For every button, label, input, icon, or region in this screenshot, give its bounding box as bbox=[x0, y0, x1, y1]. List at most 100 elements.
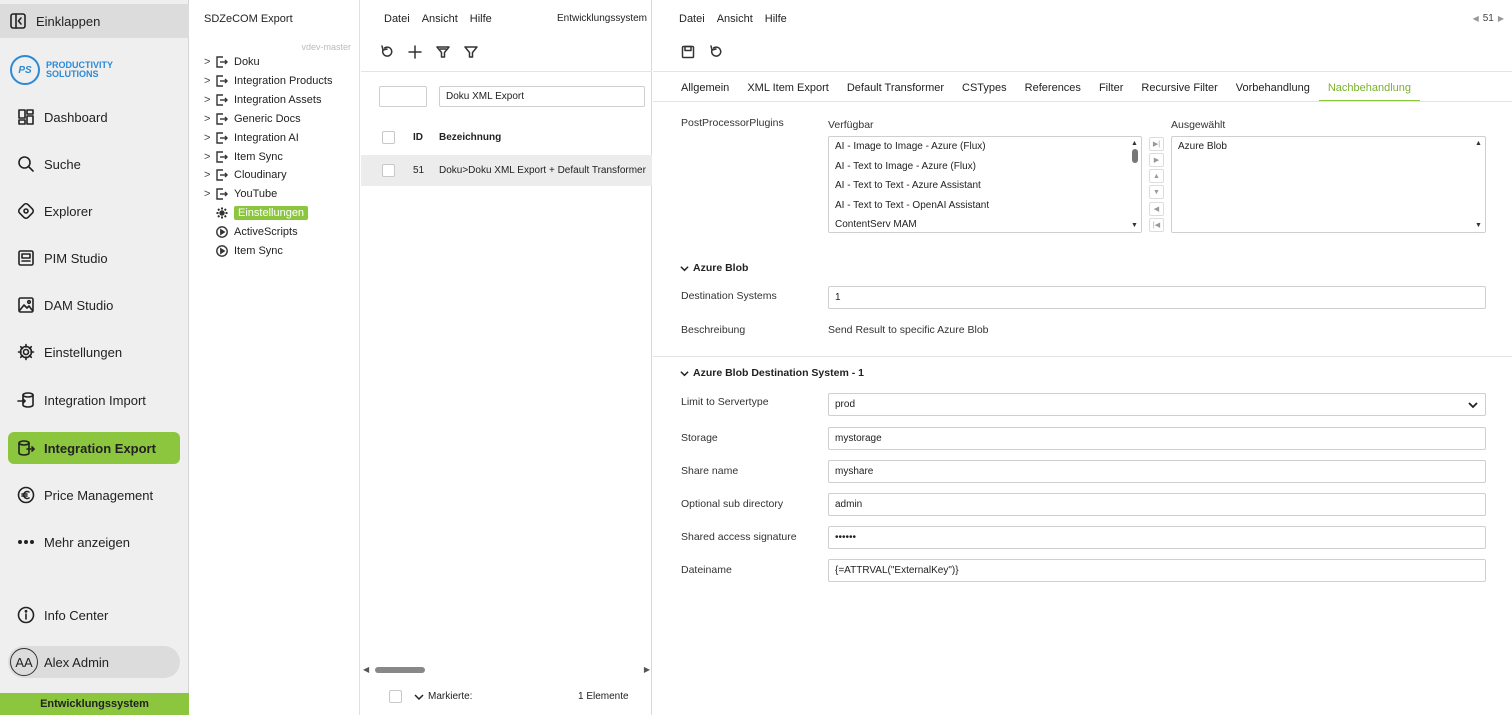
nav-label: Mehr anzeigen bbox=[44, 534, 130, 550]
scroll-down-icon[interactable]: ▼ bbox=[1130, 221, 1139, 230]
chevron-right-icon[interactable]: > bbox=[204, 94, 214, 106]
available-plugins-list[interactable]: AI - Image to Image - Azure (Flux) AI - … bbox=[828, 136, 1142, 233]
scroll-thumb[interactable] bbox=[375, 667, 425, 673]
scroll-left-icon[interactable]: ◀ bbox=[363, 665, 369, 674]
column-header-id[interactable]: ID bbox=[413, 132, 423, 143]
add-icon[interactable] bbox=[408, 45, 422, 59]
move-all-right-icon[interactable]: ▶| bbox=[1149, 137, 1164, 151]
tab-vorbehandlung[interactable]: Vorbehandlung bbox=[1227, 82, 1319, 102]
servertype-select[interactable]: prod bbox=[828, 393, 1486, 416]
menu-datei[interactable]: Datei bbox=[384, 13, 410, 25]
name-filter-input[interactable]: Doku XML Export bbox=[439, 86, 645, 107]
selected-plugins-list[interactable]: Azure Blob ▲ ▼ bbox=[1171, 136, 1486, 233]
section-azure-blob[interactable]: Azure Blob bbox=[680, 262, 748, 274]
scroll-up-icon[interactable]: ▲ bbox=[1474, 139, 1483, 148]
chevron-right-icon[interactable]: > bbox=[204, 188, 214, 200]
footer-marked[interactable]: Markierte: bbox=[414, 691, 472, 702]
tree-item-integration-products[interactable]: > Integration Products bbox=[204, 72, 332, 90]
section-destination-system[interactable]: Azure Blob Destination System - 1 bbox=[680, 367, 864, 379]
list-item[interactable]: AI - Text to Text - Azure Assistant bbox=[829, 176, 1141, 196]
menu-hilfe[interactable]: Hilfe bbox=[470, 13, 492, 25]
list-item[interactable]: Azure Blob bbox=[1172, 137, 1485, 157]
chevron-down-icon[interactable] bbox=[1467, 399, 1479, 411]
nav-item-pim-studio[interactable]: PIM Studio bbox=[8, 242, 180, 274]
nav-item-integration-import[interactable]: Integration Import bbox=[8, 384, 180, 416]
move-right-icon[interactable]: ▶ bbox=[1149, 153, 1164, 167]
scroll-right-icon[interactable]: ▶ bbox=[644, 665, 650, 674]
select-all-checkbox[interactable] bbox=[382, 131, 395, 144]
nav-item-explorer[interactable]: Explorer bbox=[8, 195, 180, 227]
nav-item-dam-studio[interactable]: DAM Studio bbox=[8, 289, 180, 321]
tab-recursive-filter[interactable]: Recursive Filter bbox=[1132, 82, 1226, 102]
nav-item-dashboard[interactable]: Dashboard bbox=[8, 101, 180, 133]
scroll-up-icon[interactable]: ▲ bbox=[1130, 139, 1139, 148]
vertical-scrollbar[interactable]: ▲ ▼ bbox=[1130, 139, 1139, 230]
tree-item-item-sync[interactable]: > Item Sync bbox=[204, 148, 283, 166]
chevron-right-icon[interactable]: > bbox=[204, 75, 214, 87]
tree-item-doku[interactable]: > Doku bbox=[204, 53, 260, 71]
move-up-icon[interactable]: ▲ bbox=[1149, 169, 1164, 183]
menu-ansicht[interactable]: Ansicht bbox=[422, 13, 458, 25]
column-header-name[interactable]: Bezeichnung bbox=[439, 132, 501, 143]
chevron-right-icon[interactable]: > bbox=[204, 169, 214, 181]
refresh-icon[interactable] bbox=[380, 45, 394, 59]
tree-item-youtube[interactable]: > YouTube bbox=[204, 185, 277, 203]
sas-password-field[interactable]: •••••• bbox=[828, 526, 1486, 549]
footer-checkbox[interactable] bbox=[389, 690, 402, 703]
tab-default-transformer[interactable]: Default Transformer bbox=[838, 82, 953, 102]
menu-ansicht[interactable]: Ansicht bbox=[717, 13, 753, 25]
row-checkbox[interactable] bbox=[382, 164, 395, 177]
sub-directory-field[interactable]: admin bbox=[828, 493, 1486, 516]
menu-hilfe[interactable]: Hilfe bbox=[765, 13, 787, 25]
tab-references[interactable]: References bbox=[1016, 82, 1090, 102]
tab-cstypes[interactable]: CSTypes bbox=[953, 82, 1016, 102]
filter-icon[interactable] bbox=[464, 45, 478, 59]
filter-edit-icon[interactable] bbox=[436, 45, 450, 59]
nav-item-suche[interactable]: Suche bbox=[8, 148, 180, 180]
move-left-icon[interactable]: ◀ bbox=[1149, 202, 1164, 216]
tab-xml-item-export[interactable]: XML Item Export bbox=[738, 82, 838, 102]
collapse-button[interactable]: Einklappen bbox=[0, 4, 189, 38]
nav-item-info-center[interactable]: Info Center bbox=[8, 599, 180, 631]
id-filter-input[interactable] bbox=[379, 86, 427, 107]
scroll-down-icon[interactable]: ▼ bbox=[1474, 221, 1483, 230]
move-down-icon[interactable]: ▼ bbox=[1149, 185, 1164, 199]
move-all-left-icon[interactable]: |◀ bbox=[1149, 218, 1164, 232]
list-item[interactable]: AI - Text to Text - OpenAI Assistant bbox=[829, 196, 1141, 216]
tree-item-item-sync-script[interactable]: Item Sync bbox=[214, 242, 283, 260]
tree-item-cloudinary[interactable]: > Cloudinary bbox=[204, 166, 287, 184]
tree-item-integration-ai[interactable]: > Integration AI bbox=[204, 129, 299, 147]
vertical-scrollbar[interactable]: ▲ ▼ bbox=[1474, 139, 1483, 230]
tab-filter[interactable]: Filter bbox=[1090, 82, 1132, 102]
user-menu[interactable]: AA Alex Admin bbox=[8, 646, 180, 678]
chevron-right-icon[interactable]: > bbox=[204, 151, 214, 163]
save-icon[interactable] bbox=[681, 45, 695, 59]
destination-systems-field[interactable]: 1 bbox=[828, 286, 1486, 309]
chevron-right-icon[interactable]: > bbox=[204, 132, 214, 144]
tab-nachbehandlung[interactable]: Nachbehandlung bbox=[1318, 82, 1420, 102]
filename-field[interactable]: {=ATTRVAL("ExternalKey")} bbox=[828, 559, 1486, 582]
nav-item-einstellungen[interactable]: Einstellungen bbox=[8, 336, 180, 368]
list-item[interactable]: ContentServ MAM bbox=[829, 215, 1141, 232]
refresh-icon[interactable] bbox=[709, 45, 723, 59]
table-row[interactable]: 51 Doku>Doku XML Export + Default Transf… bbox=[361, 155, 652, 186]
list-item[interactable]: AI - Image to Image - Azure (Flux) bbox=[829, 137, 1141, 157]
chevron-right-icon[interactable]: > bbox=[204, 56, 214, 68]
tree-item-activescripts[interactable]: ActiveScripts bbox=[214, 223, 298, 241]
list-item[interactable]: AI - Text to Image - Azure (Flux) bbox=[829, 157, 1141, 177]
horizontal-scrollbar[interactable]: ◀ ▶ bbox=[363, 664, 650, 676]
menu-datei[interactable]: Datei bbox=[679, 13, 705, 25]
tree-item-generic-docs[interactable]: > Generic Docs bbox=[204, 110, 301, 128]
storage-field[interactable]: mystorage bbox=[828, 427, 1486, 450]
next-icon[interactable]: ▶ bbox=[1498, 14, 1504, 23]
nav-item-mehr-anzeigen[interactable]: Mehr anzeigen bbox=[8, 526, 180, 558]
previous-icon[interactable]: ◀ bbox=[1473, 14, 1479, 23]
nav-item-integration-export[interactable]: Integration Export bbox=[8, 432, 180, 464]
share-name-field[interactable]: myshare bbox=[828, 460, 1486, 483]
nav-item-price-management[interactable]: Price Management bbox=[8, 479, 180, 511]
scroll-thumb[interactable] bbox=[1131, 149, 1138, 163]
tab-allgemein[interactable]: Allgemein bbox=[672, 82, 738, 102]
chevron-right-icon[interactable]: > bbox=[204, 113, 214, 125]
tree-item-einstellungen[interactable]: Einstellungen bbox=[214, 204, 309, 222]
tree-item-integration-assets[interactable]: > Integration Assets bbox=[204, 91, 321, 109]
